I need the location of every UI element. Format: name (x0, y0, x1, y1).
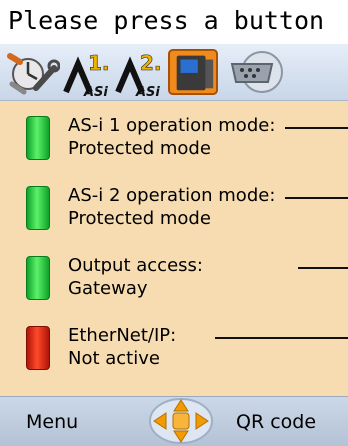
leader-line (215, 337, 348, 339)
status-row-ethernet-ip[interactable]: EtherNet/IP: Not active (0, 316, 348, 386)
asi-2-number: 2. (140, 51, 162, 75)
status-led-red (26, 326, 50, 370)
status-led-green (26, 116, 50, 160)
status-row-output-access[interactable]: Output access: Gateway (0, 246, 348, 316)
row-value: Gateway (68, 278, 148, 299)
settings-tools-icon[interactable] (6, 48, 60, 96)
row-value: Protected mode (68, 208, 211, 229)
status-led-green (26, 186, 50, 230)
asi-1-number: 1. (88, 51, 110, 75)
row-value: Not active (68, 348, 160, 369)
menu-button[interactable]: Menu (26, 411, 78, 433)
leader-line (298, 267, 348, 269)
serial-port-icon[interactable] (222, 48, 292, 96)
status-row-asi1[interactable]: AS-i 1 operation mode: Protected mode (0, 106, 348, 176)
row-value: Protected mode (68, 138, 211, 159)
asi-2-icon[interactable]: ASi 2. (112, 48, 162, 96)
status-list: AS-i 1 operation mode: Protected mode AS… (0, 101, 348, 396)
row-label: AS-i 1 operation mode: (68, 115, 276, 136)
leader-line (285, 127, 348, 129)
row-label: Output access: (68, 255, 203, 276)
toolbar: ASi 1. ASi 2. (0, 44, 348, 101)
leader-line (285, 197, 348, 199)
qr-code-button[interactable]: QR code (236, 411, 316, 433)
dpad-navigation-icon[interactable] (146, 397, 216, 446)
row-label: AS-i 2 operation mode: (68, 185, 276, 206)
page-title: Please press a button (8, 6, 325, 35)
status-led-green (26, 256, 50, 300)
status-row-asi2[interactable]: AS-i 2 operation mode: Protected mode (0, 176, 348, 246)
footer-bar: Menu QR code (0, 396, 348, 446)
gateway-device-icon[interactable] (166, 48, 220, 96)
title-bar: Please press a button (0, 0, 348, 44)
row-label: EtherNet/IP: (68, 325, 177, 346)
asi-2-sub: ASi (135, 85, 160, 96)
asi-1-sub: ASi (83, 85, 108, 96)
asi-1-icon[interactable]: ASi 1. (60, 48, 110, 96)
